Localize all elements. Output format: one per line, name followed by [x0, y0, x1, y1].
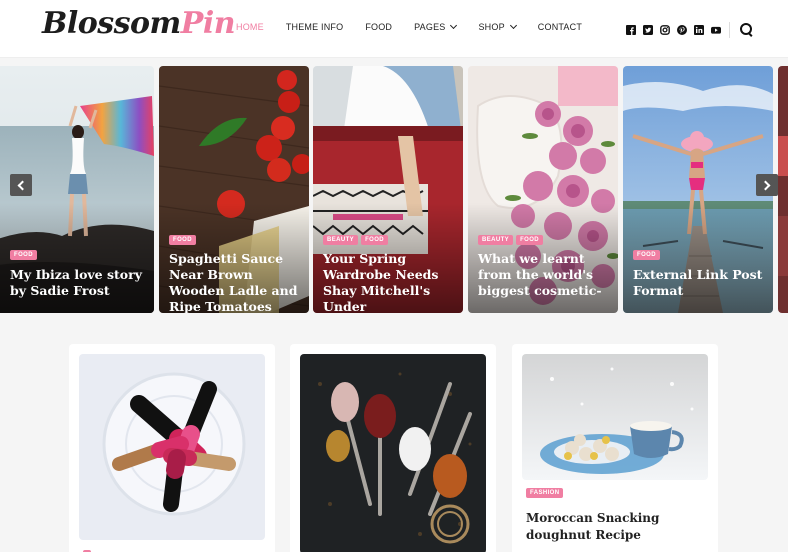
- category-tag[interactable]: FOOD: [169, 235, 196, 245]
- instagram-icon[interactable]: [660, 25, 670, 35]
- snacks-cup-image: [522, 354, 708, 480]
- chevron-down-icon: [509, 21, 517, 30]
- social-links: [626, 22, 754, 38]
- slide-cosmetic[interactable]: BEAUTY FOOD What we learnt from the worl…: [468, 66, 618, 313]
- slide-tags: FOOD: [633, 250, 663, 260]
- slide-title[interactable]: Your Spring Wardrobe Needs Shay Mitchell…: [323, 251, 455, 313]
- nav-label: CONTACT: [537, 22, 583, 32]
- slider-next-button[interactable]: [756, 174, 778, 196]
- slide-spring-wardrobe[interactable]: BEAUTY FOOD Your Spring Wardrobe Needs S…: [313, 66, 463, 313]
- category-tag[interactable]: FOOD: [361, 235, 389, 245]
- slide-title[interactable]: External Link Post Format: [633, 267, 765, 299]
- twitter-icon[interactable]: [643, 25, 653, 35]
- post-card-image: [79, 354, 265, 540]
- linkedin-icon[interactable]: [694, 25, 704, 35]
- slide-tags: FOOD: [169, 235, 199, 245]
- logo-text-part1: Blossom: [42, 6, 181, 41]
- nav-item-theme-info[interactable]: THEME INFO: [286, 22, 344, 32]
- slide-title[interactable]: Spaghetti Sauce Near Brown Wooden Ladle …: [169, 251, 301, 313]
- site-header: BlossomPin HOME THEME INFO FOOD PAGES SH…: [0, 0, 788, 58]
- slide-tags: BEAUTY FOOD: [323, 235, 391, 245]
- slide-title[interactable]: What we learnt from the world's biggest …: [478, 251, 610, 299]
- slide-spaghetti-sauce[interactable]: FOOD Spaghetti Sauce Near Brown Wooden L…: [159, 66, 309, 313]
- post-card-image: [522, 354, 708, 480]
- spices-image: [300, 354, 486, 552]
- category-tag[interactable]: BEAUTY: [323, 235, 359, 245]
- category-tag[interactable]: BEAUTY: [478, 235, 514, 245]
- nav-label: HOME: [236, 22, 264, 32]
- facebook-icon[interactable]: [626, 25, 636, 35]
- post-card-title[interactable]: Moroccan Snacking doughnut Recipe: [526, 510, 706, 544]
- nav-label: FOOD: [365, 22, 393, 32]
- category-tag[interactable]: FOOD: [633, 250, 660, 260]
- logo-text-part2: Pin: [180, 6, 236, 41]
- nav-item-home[interactable]: HOME: [236, 22, 264, 32]
- nav-label: SHOP: [478, 22, 505, 32]
- slide-tags: BEAUTY FOOD: [478, 235, 546, 245]
- nav-item-shop[interactable]: SHOP: [478, 21, 517, 32]
- category-tag[interactable]: FOOD: [516, 235, 544, 245]
- site-logo[interactable]: BlossomPin: [42, 6, 236, 46]
- slide-partial[interactable]: [778, 66, 788, 313]
- post-card-image: [300, 354, 486, 552]
- main-navigation: HOME THEME INFO FOOD PAGES SHOP CONTACT: [236, 21, 604, 32]
- nav-item-contact[interactable]: CONTACT: [538, 22, 582, 32]
- slider-prev-button[interactable]: [10, 174, 32, 196]
- category-tag[interactable]: FOOD: [10, 250, 37, 260]
- chevron-right-icon: [760, 180, 771, 190]
- post-card-spices[interactable]: [290, 344, 496, 552]
- search-icon[interactable]: [740, 23, 754, 37]
- nav-item-food[interactable]: FOOD: [365, 22, 392, 32]
- nav-label: THEME INFO: [285, 22, 344, 32]
- chevron-down-icon: [450, 21, 458, 30]
- chevron-left-icon: [17, 180, 28, 190]
- category-tag[interactable]: FASHION: [526, 488, 564, 498]
- pinterest-icon[interactable]: [677, 25, 687, 35]
- nav-item-pages[interactable]: PAGES: [414, 21, 458, 32]
- post-card-moroccan-doughnut[interactable]: FASHION Moroccan Snacking doughnut Recip…: [512, 344, 718, 552]
- post-card-nail-polish[interactable]: [69, 344, 275, 552]
- slide-image: [778, 66, 788, 313]
- featured-slider: FOOD My Ibiza love story by Sadie Frost …: [0, 66, 788, 313]
- youtube-icon[interactable]: [711, 25, 721, 35]
- header-divider: [729, 22, 730, 38]
- nail-polish-image: [79, 354, 265, 540]
- slide-title[interactable]: My Ibiza love story by Sadie Frost: [10, 267, 146, 299]
- nav-label: PAGES: [414, 22, 446, 32]
- slide-external-link[interactable]: FOOD External Link Post Format: [623, 66, 773, 313]
- slide-tags: FOOD: [10, 250, 40, 260]
